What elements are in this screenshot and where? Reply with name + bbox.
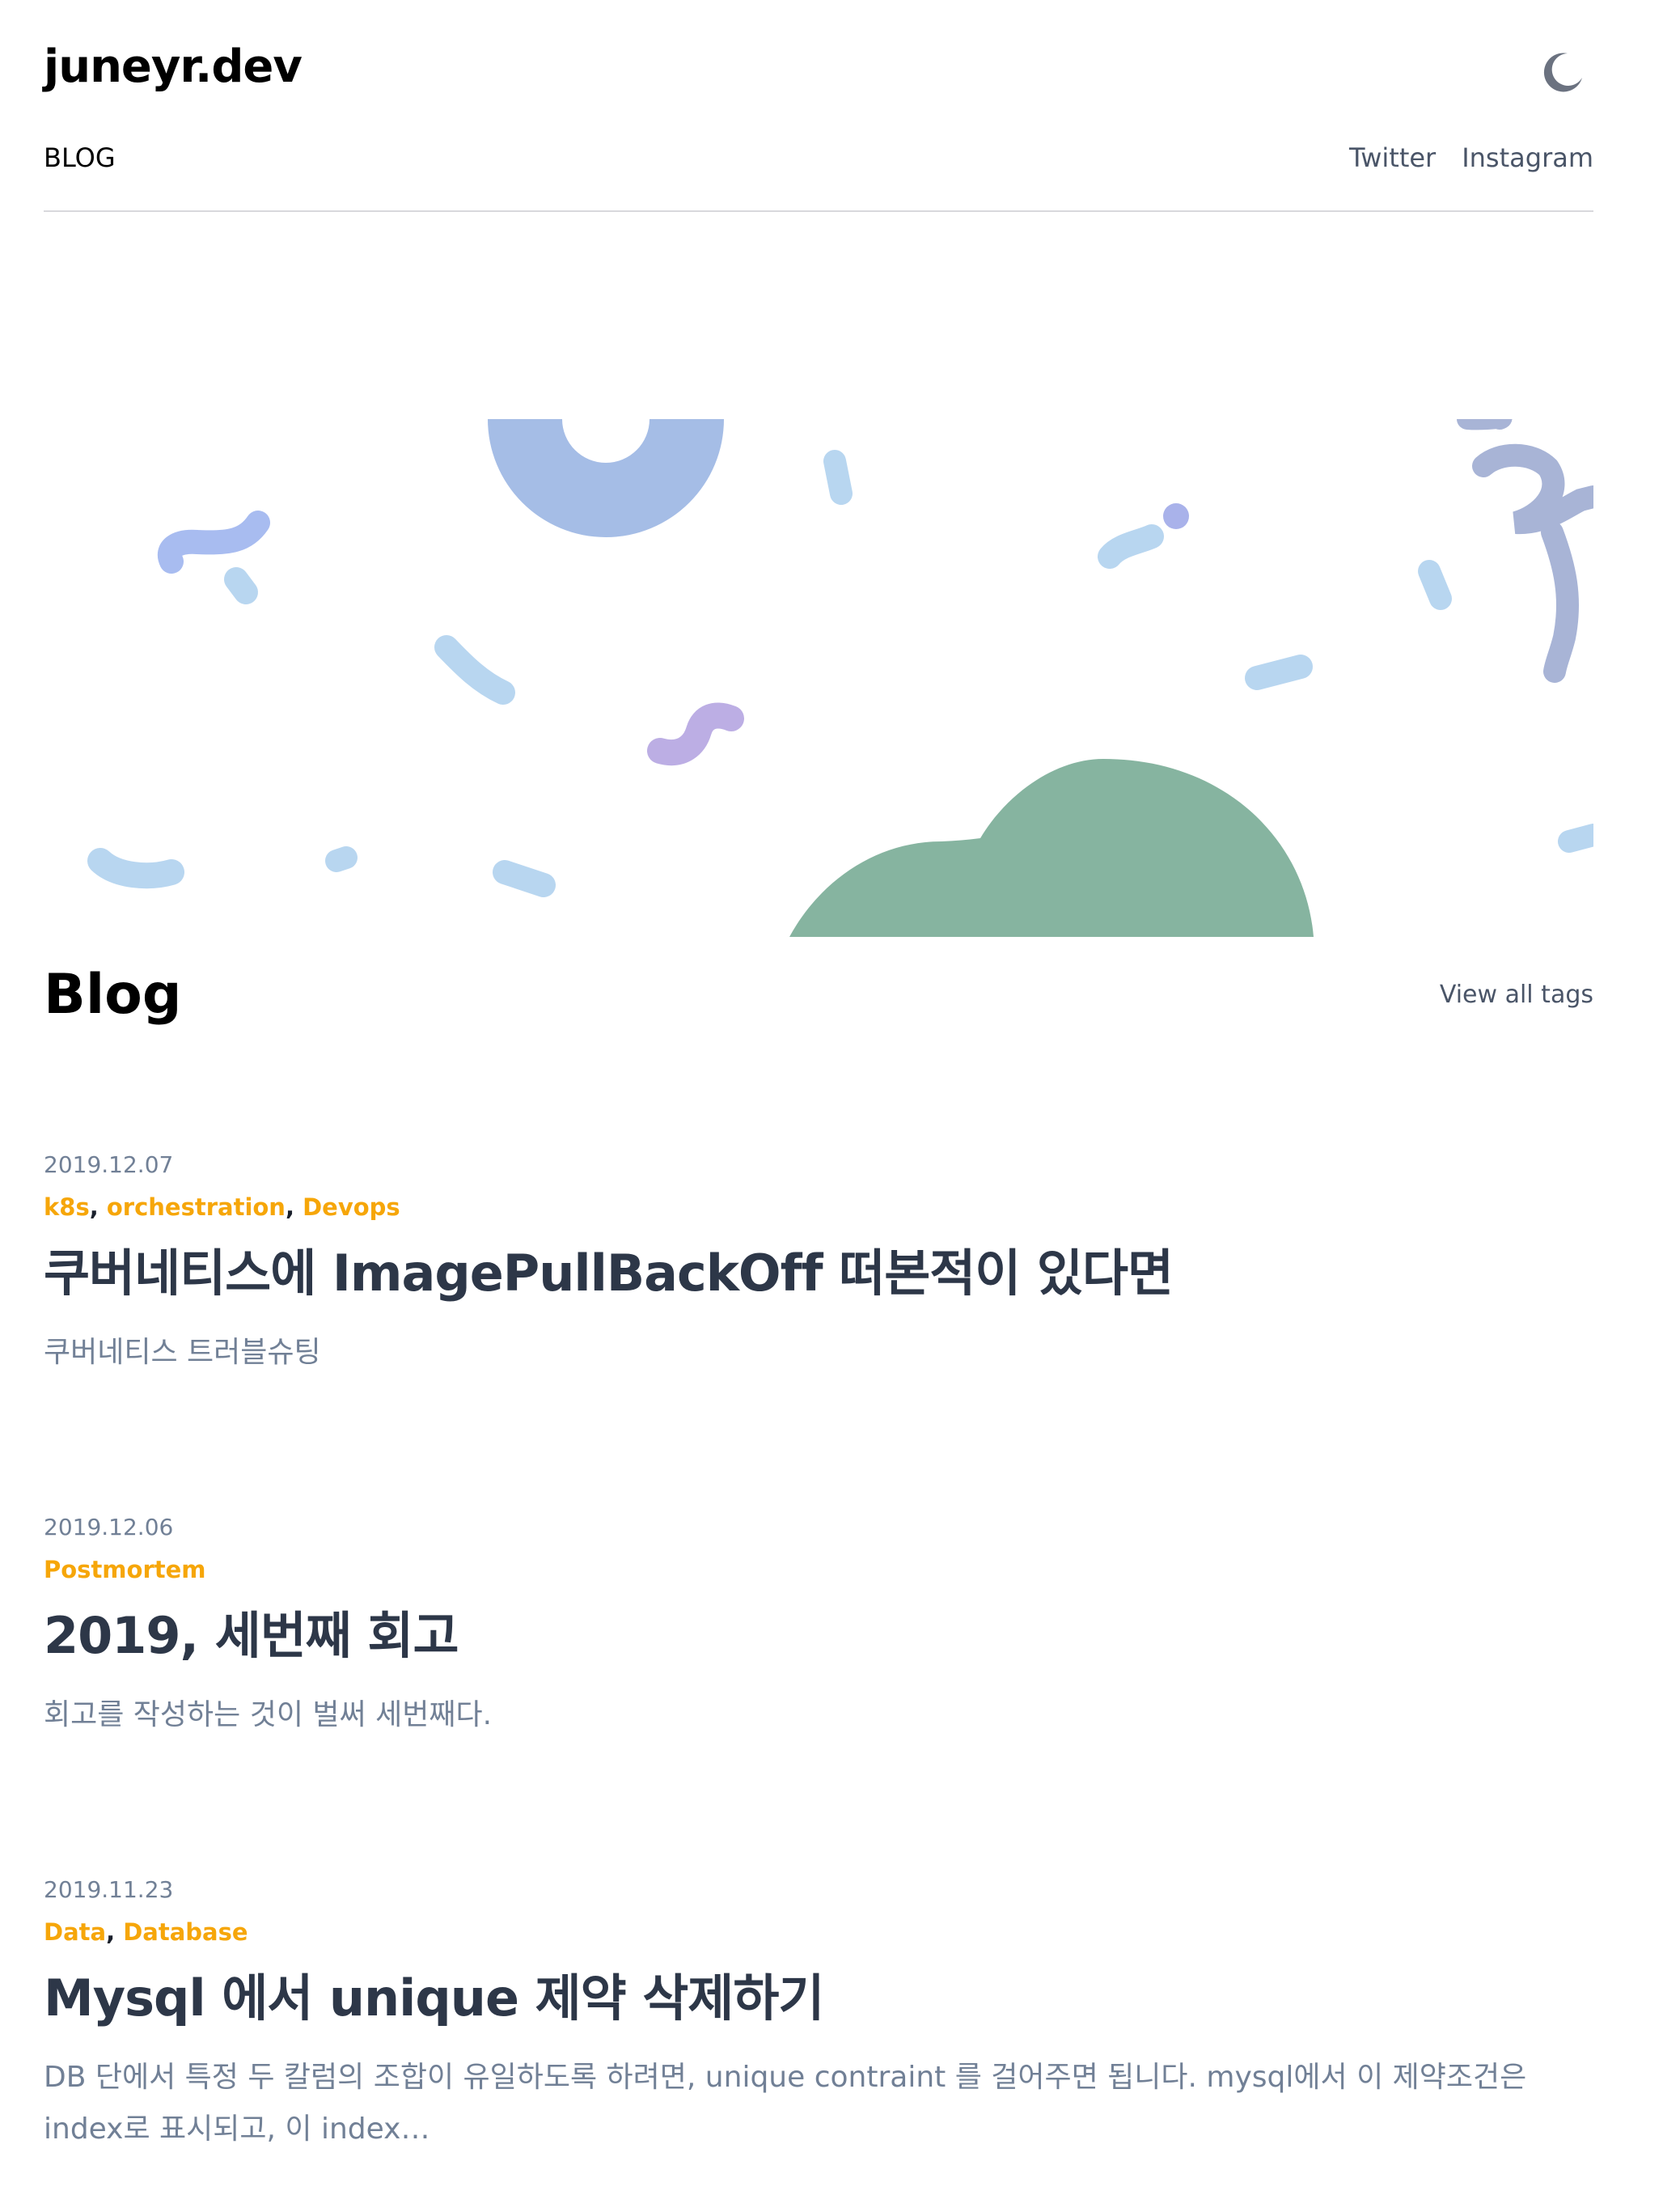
dash-shape	[823, 450, 853, 505]
post-date: 2019.12.06	[44, 1514, 174, 1540]
post-description: 쿠버네티스 트러블슈팅	[44, 1336, 321, 1369]
instagram-link[interactable]: Instagram	[1462, 142, 1593, 173]
post-description: 회고를 작성하는 것이 벌써 세번째다.	[44, 1698, 493, 1731]
tag-link[interactable]: Postmortem	[44, 1556, 206, 1583]
dash-shape	[434, 635, 515, 705]
post-item: 2019.12.07 k8s, orchestration, Devops 쿠버…	[44, 1149, 1593, 1379]
site-title[interactable]: juneyr.dev	[44, 40, 303, 93]
post-title-link[interactable]: 2019, 세번째 회고	[44, 1597, 1593, 1675]
post-item: 2019.11.23 Data, Database Mysql 에서 uniqu…	[44, 1874, 1593, 2155]
dash-shape	[1558, 824, 1593, 853]
dash-shape	[1098, 524, 1164, 569]
moon-icon[interactable]	[1540, 50, 1585, 95]
twitter-link[interactable]: Twitter	[1349, 142, 1436, 173]
section-title: Blog	[44, 963, 182, 1027]
post-date: 2019.11.23	[44, 1876, 174, 1903]
squiggle-shape	[158, 511, 270, 574]
social-links: Twitter Instagram	[1349, 142, 1593, 173]
tag-link[interactable]: Database	[123, 1918, 248, 1946]
dot-shape	[1163, 503, 1189, 529]
hero-illustration	[44, 419, 1593, 937]
dash-shape	[1418, 560, 1452, 610]
tag-link[interactable]: Devops	[303, 1193, 400, 1221]
top-navigation: BLOG Twitter Instagram	[44, 142, 1593, 180]
view-all-tags-link[interactable]: View all tags	[1440, 981, 1593, 1009]
nav-blog-link[interactable]: BLOG	[44, 142, 116, 173]
dash-shape	[325, 846, 358, 872]
post-title-link[interactable]: Mysql 에서 unique 제약 삭제하기	[44, 1960, 1593, 2037]
tag-link[interactable]: k8s	[44, 1193, 90, 1221]
post-date: 2019.12.07	[44, 1151, 174, 1178]
dash-shape	[224, 567, 258, 604]
dash-shape	[87, 848, 184, 889]
post-item: 2019.12.06 Postmortem 2019, 세번째 회고 회고를 작…	[44, 1511, 1593, 1741]
dash-shape	[1245, 655, 1313, 690]
squiggle-shape	[1541, 521, 1579, 683]
hill-shape	[789, 759, 1314, 937]
squiggle-shape	[647, 702, 744, 766]
post-tags: Postmortem	[44, 1552, 1593, 1587]
post-title-link[interactable]: 쿠버네티스에 ImagePullBackOff 떠본적이 있다면	[44, 1235, 1593, 1312]
post-tags: k8s, orchestration, Devops	[44, 1193, 400, 1221]
half-ring-shape	[488, 419, 724, 537]
tag-link[interactable]: orchestration	[107, 1193, 286, 1221]
post-description: DB 단에서 특정 두 칼럼의 조합이 유일하도록 하려면, unique co…	[44, 2061, 1527, 2146]
confetti-illustration	[87, 419, 1593, 937]
squiggle-shape	[1472, 443, 1593, 535]
dash-shape	[493, 860, 556, 897]
header-divider	[44, 210, 1593, 212]
tag-link[interactable]: Data	[44, 1918, 106, 1946]
post-tags: Data, Database	[44, 1918, 248, 1946]
